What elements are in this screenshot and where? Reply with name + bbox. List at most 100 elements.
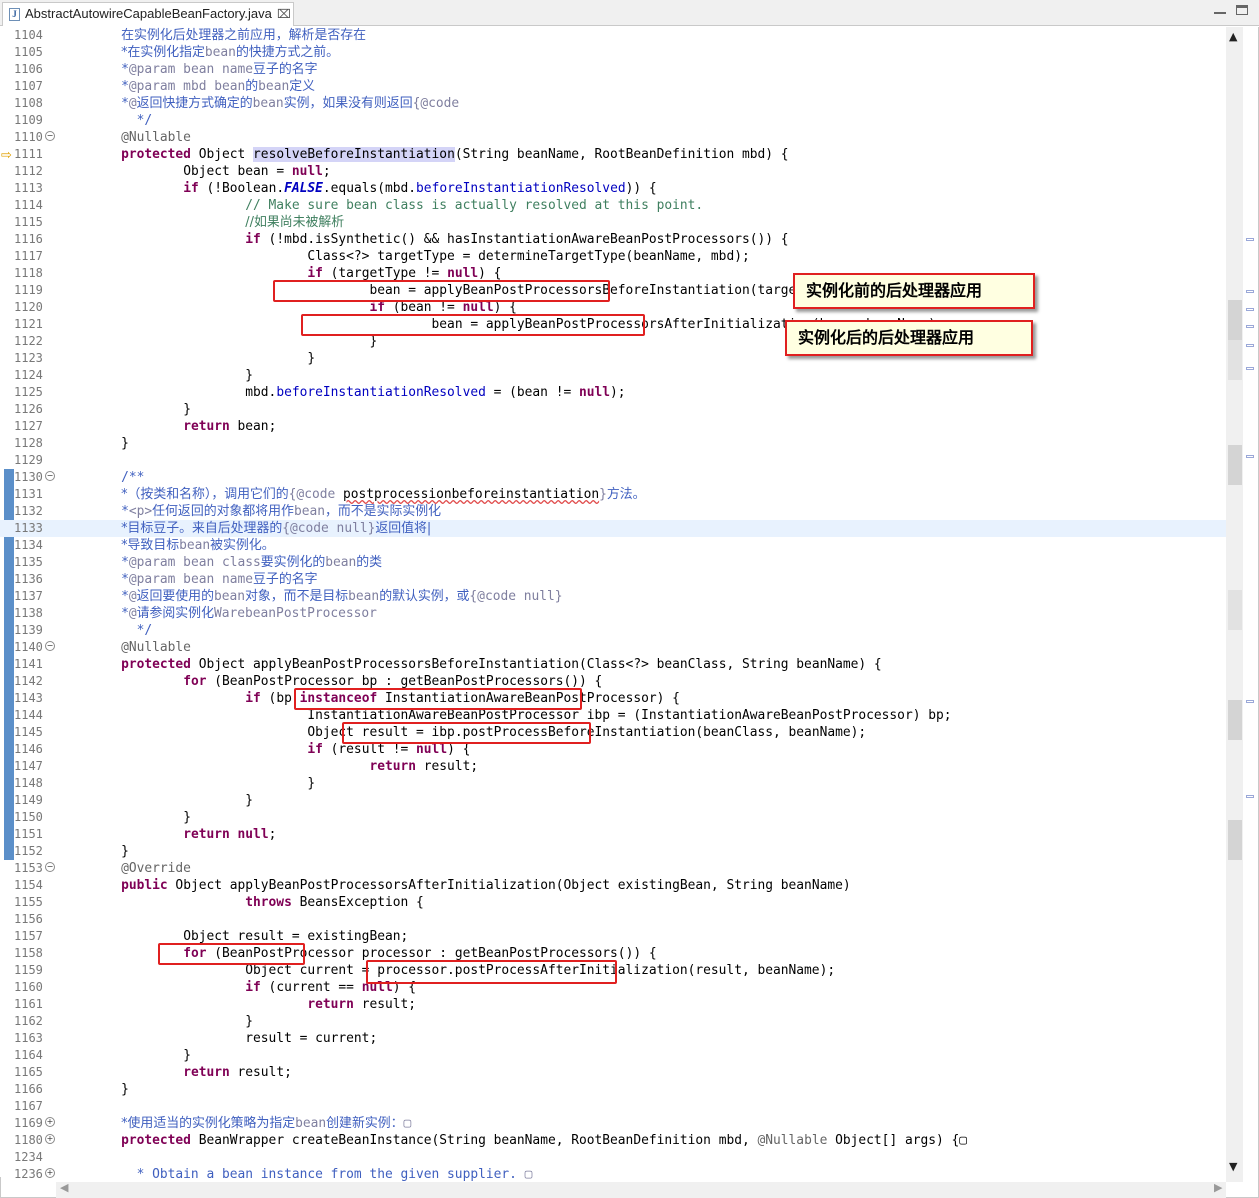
code-line[interactable]: 1124 } (0, 367, 1226, 384)
code-line[interactable]: 1114 // Make sure bean class is actually… (0, 197, 1226, 214)
code-line[interactable]: 1136 *@param bean name豆子的名字 (0, 571, 1226, 588)
code-line[interactable]: 1118 if (targetType != null) { (0, 265, 1226, 282)
code-line[interactable]: 1123 } (0, 350, 1226, 367)
line-number: 1159 (14, 963, 43, 977)
code-text: } (59, 435, 129, 452)
overview-marker[interactable] (1246, 795, 1254, 798)
code-line[interactable]: 1146 if (result != null) { (0, 741, 1226, 758)
code-line[interactable]: 1137 *@返回要使用的bean对象，而不是目标bean的默认实例，或{@co… (0, 588, 1226, 605)
overview-marker[interactable] (1246, 700, 1254, 703)
code-line[interactable]: 1147 return result; (0, 758, 1226, 775)
fold-expand-icon[interactable]: + (45, 1117, 55, 1127)
code-line[interactable]: 1117 Class<?> targetType = determineTarg… (0, 248, 1226, 265)
overview-marker[interactable] (1246, 308, 1254, 311)
code-line[interactable]: 1140− @Nullable (0, 639, 1226, 656)
fold-collapse-icon[interactable]: − (45, 471, 55, 481)
vertical-scroll-thumb[interactable] (1228, 820, 1242, 860)
code-line[interactable]: 1143 if (bp instanceof InstantiationAwar… (0, 690, 1226, 707)
code-token: } (245, 368, 254, 383)
code-line[interactable]: 1130− /** (0, 469, 1226, 486)
close-icon[interactable]: ⌧ (277, 3, 291, 25)
code-line[interactable]: 1151 return null; (0, 826, 1226, 843)
code-line[interactable]: 1109 */ (0, 112, 1226, 129)
code-line[interactable]: 1150 } (0, 809, 1226, 826)
overview-marker[interactable] (1246, 344, 1254, 347)
code-line[interactable]: 1180 + protected BeanWrapper createBeanIn… (0, 1132, 1226, 1149)
minimize-icon[interactable] (1214, 4, 1226, 14)
code-line[interactable]: 1126 } (0, 401, 1226, 418)
code-line[interactable]: 1138 *@请参阅实例化WarebeanPostProcessor (0, 605, 1226, 622)
code-line[interactable]: 1131 *（按类和名称），调用它们的{@code postprocession… (0, 486, 1226, 503)
code-line[interactable]: 1154 public Object applyBeanPostProcesso… (0, 877, 1226, 894)
code-token: bean (348, 589, 380, 604)
line-number: 1142 (14, 674, 43, 688)
code-text: *@param bean name豆子的名字 (59, 571, 317, 588)
code-line[interactable]: 1105 *在实例化指定bean的快捷方式之前。 (0, 44, 1226, 61)
code-line[interactable]: 1144 InstantiationAwareBeanPostProcessor… (0, 707, 1226, 724)
code-line[interactable]: 1111 protected Object resolveBeforeInsta… (0, 146, 1226, 163)
overview-marker[interactable] (1246, 325, 1254, 328)
code-line[interactable]: 1119 bean = applyBeanPostProcessorsBefor… (0, 282, 1226, 299)
scroll-up-icon[interactable]: ▲ (1229, 30, 1237, 43)
code-line[interactable]: 1112 Object bean = null; (0, 163, 1226, 180)
code-line[interactable]: 1164 } (0, 1047, 1226, 1064)
code-line[interactable]: 1155 throws BeansException { (0, 894, 1226, 911)
code-text: } (59, 843, 129, 860)
code-line[interactable]: 1116 if (!mbd.isSynthetic() && hasInstan… (0, 231, 1226, 248)
code-line[interactable]: 1134 *导致目标bean被实例化。 (0, 537, 1226, 554)
code-line[interactable]: 1127 return bean; (0, 418, 1226, 435)
code-line[interactable]: 1132 *<p>任何返回的对象都将用作bean，而不是实际实例化 (0, 503, 1226, 520)
code-line[interactable]: 1156 (0, 911, 1226, 928)
code-line[interactable]: 1115 //如果尚未被解析 (0, 214, 1226, 231)
code-line[interactable]: 1107 *@param mbd bean的bean定义 (0, 78, 1226, 95)
code-line[interactable]: 1163 result = current; (0, 1030, 1226, 1047)
maximize-icon[interactable] (1236, 5, 1248, 15)
code-line[interactable]: 1152 } (0, 843, 1226, 860)
code-line[interactable]: 1129 (0, 452, 1226, 469)
code-line[interactable]: 1106 *@param bean name豆子的名字 (0, 61, 1226, 78)
code-line[interactable]: 1153− @Override (0, 860, 1226, 877)
line-number: 1164 (14, 1048, 43, 1062)
editor-tab-bar: J AbstractAutowireCapableBeanFactory.jav… (0, 0, 1259, 26)
code-token: @ (128, 589, 137, 604)
fold-expand-icon[interactable]: + (45, 1168, 55, 1178)
code-line[interactable]: 1167 (0, 1098, 1226, 1115)
overview-marker[interactable] (1246, 367, 1254, 370)
code-line[interactable]: 1169 + *使用适当的实例化策略为指定bean创建新实例：▢ (0, 1115, 1226, 1132)
code-line[interactable]: 1166 } (0, 1081, 1226, 1098)
tab-java-file[interactable]: J AbstractAutowireCapableBeanFactory.jav… (2, 2, 294, 26)
code-token: if (183, 181, 199, 196)
code-line[interactable]: 1236 + * Obtain a bean instance from the … (0, 1166, 1226, 1183)
code-line[interactable]: 1148 } (0, 775, 1226, 792)
code-line[interactable]: 1135 *@param bean class要实例化的bean的类 (0, 554, 1226, 571)
code-line[interactable]: 1133 *目标豆子。来自后处理器的{@code null}返回值将| (0, 520, 1226, 537)
code-line[interactable]: 1145 Object result = ibp.postProcessBefo… (0, 724, 1226, 741)
code-line[interactable]: 1113 if (!Boolean.FALSE.equals(mbd.befor… (0, 180, 1226, 197)
scroll-right-icon[interactable]: ▶ (1214, 1181, 1222, 1194)
fold-collapse-icon[interactable]: − (45, 862, 55, 872)
code-line[interactable]: 1142 for (BeanPostProcessor bp : getBean… (0, 673, 1226, 690)
scroll-down-icon[interactable]: ▼ (1229, 1160, 1237, 1173)
fold-expand-icon[interactable]: + (45, 1134, 55, 1144)
fold-collapse-icon[interactable]: − (45, 641, 55, 651)
code-line[interactable]: 1110− @Nullable (0, 129, 1226, 146)
overview-marker[interactable] (1246, 290, 1254, 293)
code-line[interactable]: 1149 } (0, 792, 1226, 809)
code-line[interactable]: 1108 *@返回快捷方式确定的bean实例，如果没有则返回{@code (0, 95, 1226, 112)
scroll-left-icon[interactable]: ◀ (60, 1181, 68, 1194)
line-number: 1110 (14, 130, 43, 144)
code-line[interactable]: 1104 在实例化后处理器之前应用，解析是否存在 (0, 27, 1226, 44)
code-line[interactable]: 1128 } (0, 435, 1226, 452)
code-line[interactable]: 1161 return result; (0, 996, 1226, 1013)
code-line[interactable]: 1162 } (0, 1013, 1226, 1030)
code-token: } (307, 351, 316, 366)
overview-marker[interactable] (1246, 238, 1254, 241)
fold-collapse-icon[interactable]: − (45, 131, 55, 141)
code-line[interactable]: 1125 mbd.beforeInstantiationResolved = (… (0, 384, 1226, 401)
code-line[interactable]: 1139 */ (0, 622, 1226, 639)
horizontal-scrollbar[interactable] (56, 1182, 1226, 1198)
code-line[interactable]: 1165 return result; (0, 1064, 1226, 1081)
code-line[interactable]: 1234 (0, 1149, 1226, 1166)
code-line[interactable]: 1141 protected Object applyBeanPostProce… (0, 656, 1226, 673)
overview-marker[interactable] (1246, 455, 1254, 458)
